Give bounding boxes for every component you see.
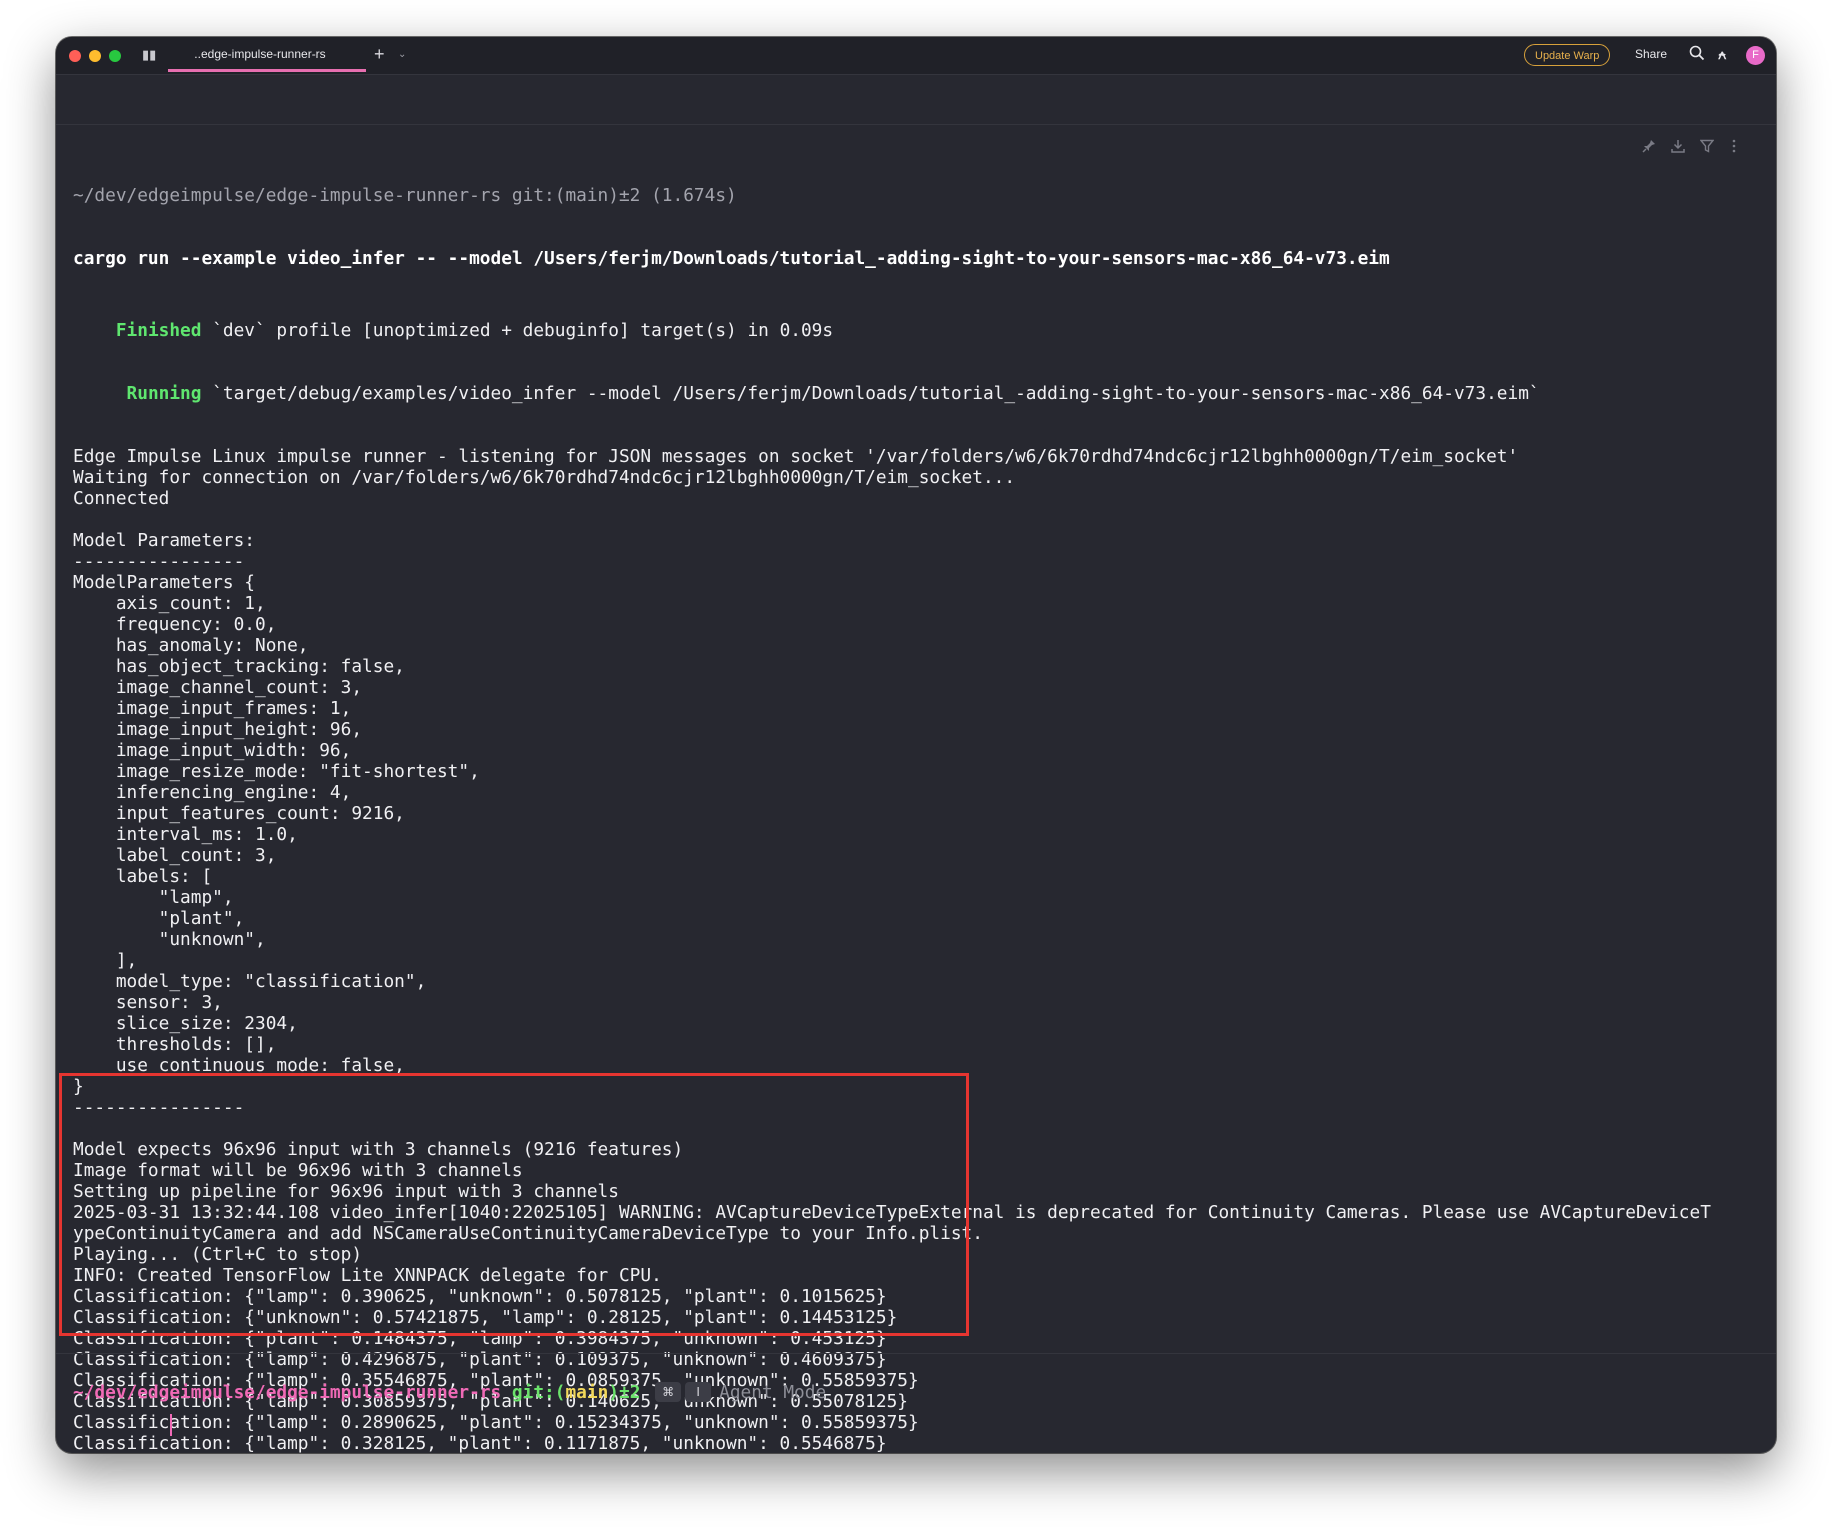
executed-command: cargo run --example video_infer -- --mod…	[73, 248, 1390, 269]
output-line: ModelParameters {	[73, 572, 255, 593]
output-line: interval_ms: 1.0,	[73, 824, 298, 845]
sidebar-icon[interactable]: ▮▮	[142, 47, 156, 63]
output-line: label_count: 3,	[73, 845, 277, 866]
output-line: axis_count: 1,	[73, 593, 266, 614]
output-line: image_input_width: 96,	[73, 740, 352, 761]
chevron-down-icon[interactable]: ⌄	[398, 49, 406, 60]
output-line: inferencing_engine: 4,	[73, 782, 352, 803]
input-prompt[interactable]: ~/dev/edgeimpulse/edge-impulse-runner-rs…	[73, 1381, 826, 1405]
output-line: has_object_tracking: false,	[73, 656, 405, 677]
output-line: thresholds: [],	[73, 1034, 277, 1055]
tab-title: ..edge-impulse-runner-rs	[194, 47, 326, 61]
command-key-badge: ⌘	[655, 1382, 682, 1402]
i-key-badge: I	[685, 1382, 712, 1402]
output-line: frequency: 0.0,	[73, 614, 277, 635]
finished-detail: `dev` profile [unoptimized + debuginfo] …	[201, 320, 834, 341]
output-line: image_channel_count: 3,	[73, 677, 363, 698]
prompt-branch: main	[565, 1382, 609, 1403]
output-line: labels: [	[73, 866, 213, 887]
block-divider	[56, 124, 1776, 125]
new-tab-button[interactable]: +	[374, 44, 385, 65]
close-window-button[interactable]	[69, 50, 81, 62]
output-line: "plant",	[73, 908, 245, 929]
output-line: ],	[73, 950, 138, 971]
running-status: Running	[126, 383, 202, 404]
output-line: model_type: "classification",	[73, 971, 427, 992]
output-line: Classification: {"lamp": 0.2890625, "pla…	[73, 1412, 919, 1433]
cargo-finished-line: Finished `dev` profile [unoptimized + de…	[73, 320, 1763, 341]
search-icon[interactable]	[1689, 45, 1705, 66]
update-warp-button[interactable]: Update Warp	[1524, 44, 1611, 66]
prompt-git-prefix: git:(	[501, 1382, 566, 1403]
person-icon[interactable]: ⍲	[1718, 46, 1726, 63]
output-line: Classification: {"lamp": 0.328125, "plan…	[73, 1433, 887, 1453]
avatar[interactable]: F	[1746, 46, 1765, 65]
previous-prompt: ~/dev/edgeimpulse/edge-impulse-runner-rs…	[73, 185, 737, 206]
output-line: Model Parameters:	[73, 530, 255, 551]
output-line: Connected	[73, 488, 170, 509]
classification-highlight-box	[59, 1073, 969, 1336]
finished-status: Finished	[115, 320, 202, 341]
output-line: image_resize_mode: "fit-shortest",	[73, 761, 480, 782]
title-bar: ▮▮ ..edge-impulse-runner-rs + ⌄ Update W…	[56, 37, 1776, 75]
agent-mode-hint[interactable]: Agent Mode	[719, 1382, 826, 1403]
output-line: image_input_frames: 1,	[73, 698, 352, 719]
share-button[interactable]: Share	[1635, 47, 1667, 61]
minimize-window-button[interactable]	[89, 50, 101, 62]
output-line: image_input_height: 96,	[73, 719, 363, 740]
output-line: input_features_count: 9216,	[73, 803, 405, 824]
text-cursor	[170, 1414, 172, 1436]
output-line: "unknown",	[73, 929, 266, 950]
output-line: Waiting for connection on /var/folders/w…	[73, 467, 1016, 488]
output-line: ----------------	[73, 551, 245, 572]
maximize-window-button[interactable]	[109, 50, 121, 62]
output-line: slice_size: 2304,	[73, 1013, 298, 1034]
cargo-running-line: Running `target/debug/examples/video_inf…	[73, 383, 1763, 404]
prompt-git-suffix: )±2	[608, 1382, 641, 1403]
prompt-path: ~/dev/edgeimpulse/edge-impulse-runner-rs	[73, 1382, 502, 1403]
output-line: Edge Impulse Linux impulse runner - list…	[73, 446, 1519, 467]
running-detail: `target/debug/examples/video_infer --mod…	[201, 383, 1540, 404]
output-line: "lamp",	[73, 887, 234, 908]
tab-edge-impulse-runner[interactable]: ..edge-impulse-runner-rs	[168, 37, 366, 72]
input-divider	[56, 1353, 1776, 1354]
terminal-window: ▮▮ ..edge-impulse-runner-rs + ⌄ Update W…	[56, 37, 1776, 1453]
output-line: sensor: 3,	[73, 992, 223, 1013]
output-line: has_anomaly: None,	[73, 635, 309, 656]
